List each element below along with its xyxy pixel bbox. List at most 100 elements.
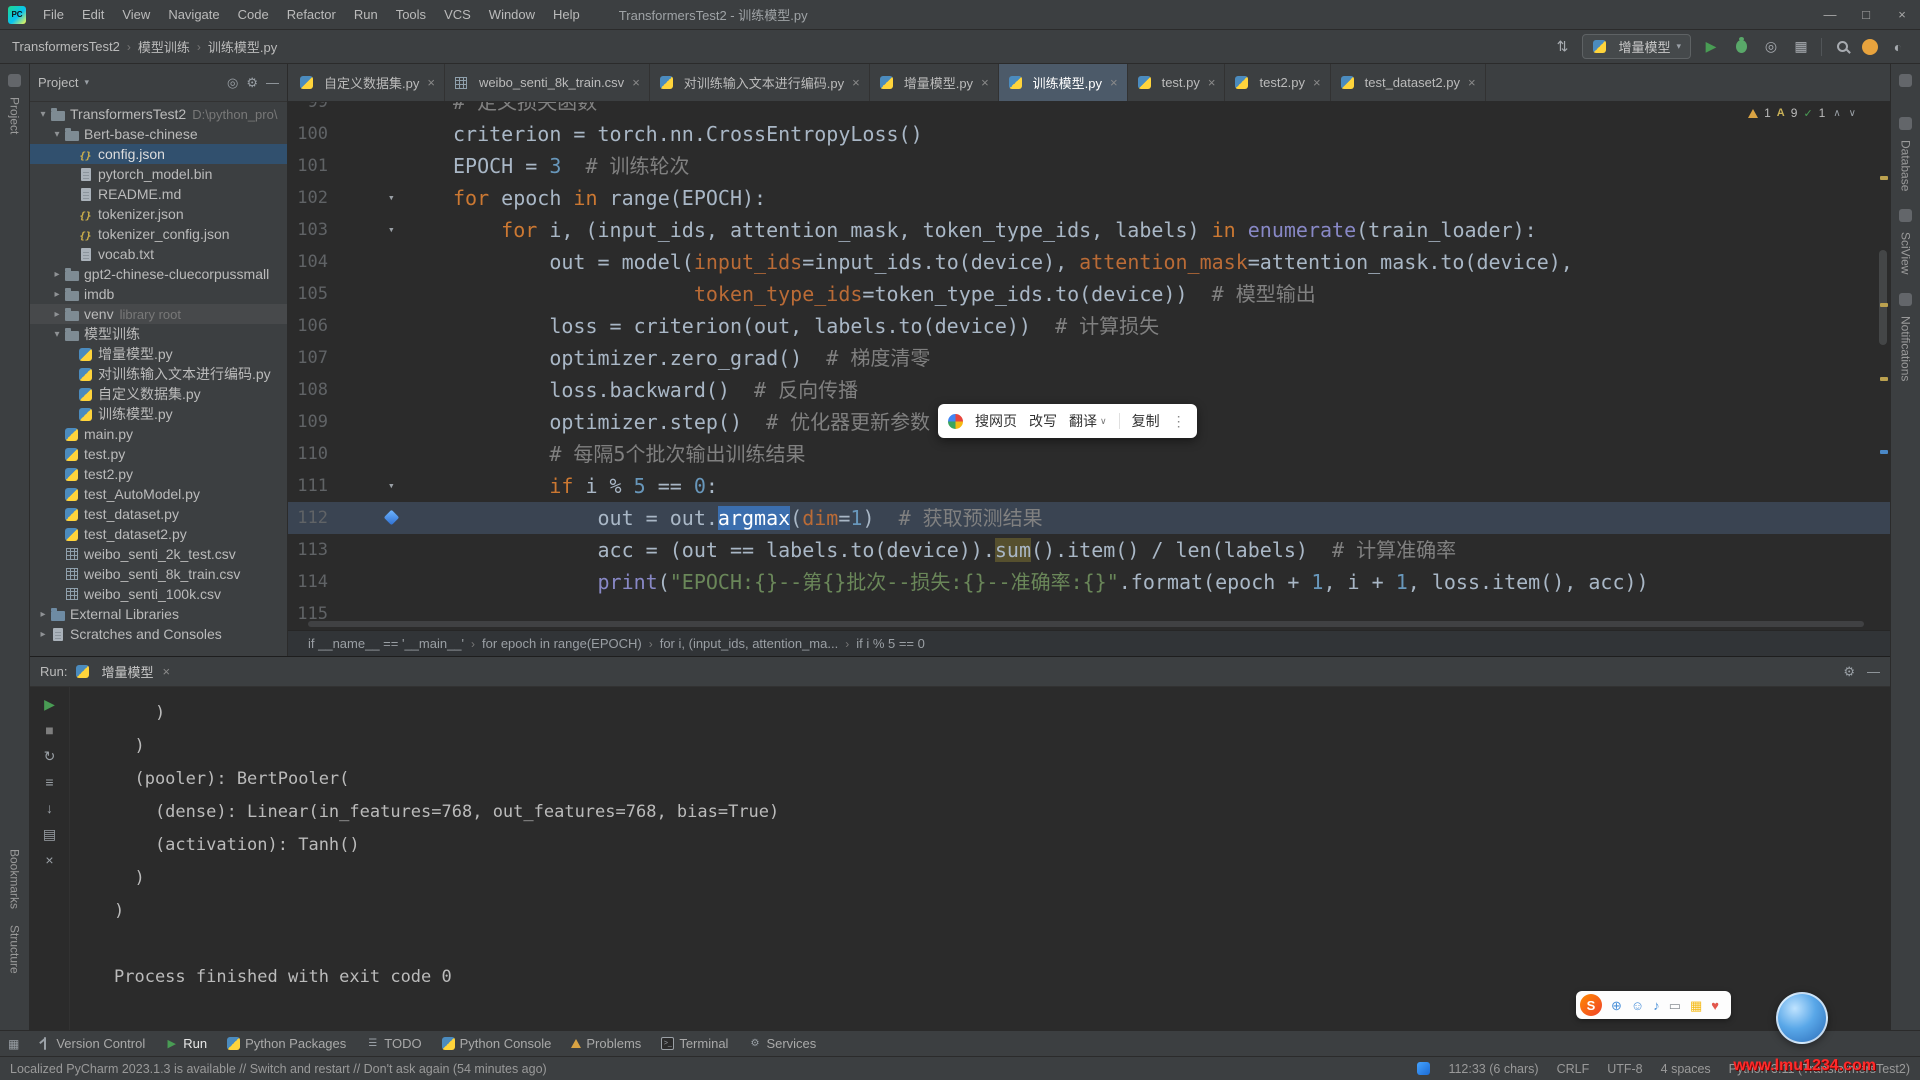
scrollbar-thumb[interactable] bbox=[1879, 250, 1887, 345]
menu-file[interactable]: File bbox=[34, 0, 73, 29]
tree-item[interactable]: pytorch_model.bin bbox=[30, 164, 287, 184]
menu-code[interactable]: Code bbox=[229, 0, 278, 29]
restart-button[interactable]: ↻ bbox=[44, 749, 56, 763]
tree-item[interactable]: vocab.txt bbox=[30, 244, 287, 264]
code-line[interactable]: 107 optimizer.zero_grad() # 梯度清零 bbox=[288, 342, 1890, 374]
inspections-widget[interactable]: 1 A 9 ✓ 1 ∧ ∨ bbox=[1748, 106, 1856, 120]
horizontal-scrollbar[interactable] bbox=[308, 621, 1864, 627]
tree-item[interactable]: ▾Bert-base-chinese bbox=[30, 124, 287, 144]
menu-window[interactable]: Window bbox=[480, 0, 544, 29]
print-button[interactable]: ▤ bbox=[43, 827, 56, 841]
menu-edit[interactable]: Edit bbox=[73, 0, 113, 29]
close-tab-icon[interactable]: × bbox=[981, 75, 989, 90]
breadcrumb-item[interactable]: TransformersTest2 bbox=[12, 39, 120, 54]
run-tab[interactable]: 增量模型 × bbox=[75, 662, 170, 681]
close-tab-icon[interactable]: × bbox=[427, 75, 435, 90]
tree-item[interactable]: test_AutoModel.py bbox=[30, 484, 287, 504]
close-tab-icon[interactable]: × bbox=[852, 75, 860, 90]
menu-run[interactable]: Run bbox=[345, 0, 387, 29]
editor-tab[interactable]: weibo_senti_8k_train.csv× bbox=[445, 64, 650, 101]
toolwindow-terminal[interactable]: Terminal bbox=[652, 1031, 737, 1056]
tree-item[interactable]: ▾TransformersTest2D:\python_pro\ bbox=[30, 104, 287, 124]
coverage-button[interactable]: ◎ bbox=[1761, 37, 1781, 57]
stop-button[interactable]: ■ bbox=[45, 723, 53, 737]
locate-file-icon[interactable]: ◎ bbox=[227, 75, 238, 91]
menu-view[interactable]: View bbox=[113, 0, 159, 29]
settings-gear-icon[interactable]: ⚙ bbox=[246, 75, 258, 91]
info-stripe-mark[interactable] bbox=[1880, 450, 1888, 454]
editor-tab[interactable]: test_dataset2.py× bbox=[1331, 64, 1486, 101]
tree-item[interactable]: tokenizer.json bbox=[30, 204, 287, 224]
chevron-icon[interactable]: ▾ bbox=[50, 129, 64, 140]
hide-panel-icon[interactable]: — bbox=[266, 75, 279, 91]
close-tab-icon[interactable]: × bbox=[1110, 75, 1118, 90]
database-icon[interactable] bbox=[1899, 117, 1912, 130]
fold-icon[interactable]: ▾ bbox=[388, 214, 395, 246]
warning-stripe-mark[interactable] bbox=[1880, 377, 1888, 381]
code-line[interactable]: 114 print("EPOCH:{}--第{}批次--损失:{}--准确率:{… bbox=[288, 566, 1890, 598]
toolwindow-version-control[interactable]: Version Control bbox=[29, 1031, 154, 1056]
popup-action[interactable]: 改写 bbox=[1029, 411, 1057, 431]
chevron-icon[interactable]: ▾ bbox=[50, 329, 64, 340]
chevron-icon[interactable]: ▸ bbox=[50, 289, 64, 300]
encoding[interactable]: UTF-8 bbox=[1607, 1062, 1642, 1076]
toolwindow-button-structure[interactable]: Structure bbox=[8, 925, 22, 974]
keyboard-icon[interactable]: ▭ bbox=[1669, 999, 1681, 1012]
rerun-button[interactable]: ▶ bbox=[44, 697, 55, 711]
tree-item[interactable]: ▾模型训练 bbox=[30, 324, 287, 344]
toolwindow-button-sciview[interactable]: SciView bbox=[1899, 232, 1913, 274]
fold-icon[interactable]: ▾ bbox=[388, 182, 395, 214]
tree-item[interactable]: ▸Scratches and Consoles bbox=[30, 624, 287, 644]
fold-icon[interactable]: ▾ bbox=[388, 470, 395, 502]
avatar[interactable] bbox=[1862, 39, 1878, 55]
caret-position[interactable]: 112:33 (6 chars) bbox=[1448, 1062, 1538, 1076]
breadcrumb-item[interactable]: 训练模型.py bbox=[208, 37, 277, 56]
breadcrumb-item[interactable]: 模型训练 bbox=[138, 37, 190, 56]
toolwindow-button-project[interactable]: Project bbox=[8, 97, 22, 134]
status-message[interactable]: Localized PyCharm 2023.1.3 is available … bbox=[10, 1062, 547, 1076]
tree-item[interactable]: main.py bbox=[30, 424, 287, 444]
chevron-icon[interactable]: ▾ bbox=[36, 109, 50, 120]
tree-item[interactable]: tokenizer_config.json bbox=[30, 224, 287, 244]
code-line[interactable]: 101EPOCH = 3 # 训练轮次 bbox=[288, 150, 1890, 182]
code-line[interactable]: 105 token_type_ids=token_type_ids.to(dev… bbox=[288, 278, 1890, 310]
tree-item[interactable]: 自定义数据集.py bbox=[30, 384, 287, 404]
warning-stripe-mark[interactable] bbox=[1880, 176, 1888, 180]
tree-item[interactable]: 训练模型.py bbox=[30, 404, 287, 424]
minimize-panel-icon[interactable]: — bbox=[1867, 664, 1880, 680]
sciview-icon[interactable] bbox=[1899, 209, 1912, 222]
floating-ball[interactable] bbox=[1776, 992, 1828, 1044]
editor-breadcrumb[interactable]: for epoch in range(EPOCH) bbox=[482, 636, 642, 651]
chevron-icon[interactable]: ▸ bbox=[36, 609, 50, 620]
next-problem-icon[interactable]: ∨ bbox=[1849, 108, 1856, 119]
tree-item[interactable]: README.md bbox=[30, 184, 287, 204]
puzzle-icon[interactable]: ▦ bbox=[1690, 999, 1702, 1012]
clear-all-button[interactable]: × bbox=[45, 853, 53, 867]
editor-breadcrumb[interactable]: for i, (input_ids, attention_ma... bbox=[660, 636, 838, 651]
popup-action[interactable]: 翻译∨ bbox=[1069, 411, 1107, 431]
heart-icon[interactable]: ♥ bbox=[1711, 999, 1719, 1012]
tree-item[interactable]: config.json bbox=[30, 144, 287, 164]
minimize-button[interactable]: — bbox=[1812, 0, 1848, 29]
tree-item[interactable]: ▸venvlibrary root bbox=[30, 304, 287, 324]
chevron-icon[interactable]: ▸ bbox=[50, 309, 64, 320]
popup-action[interactable]: 搜网页 bbox=[975, 411, 1017, 431]
toolwindow-todo[interactable]: ☰TODO bbox=[357, 1031, 430, 1056]
scroll-to-end-button[interactable]: ↓ bbox=[46, 801, 53, 815]
toolwindow-switcher-icon[interactable]: ▦ bbox=[8, 1037, 19, 1051]
editor-tab[interactable]: test.py× bbox=[1128, 64, 1226, 101]
tree-item[interactable]: weibo_senti_2k_test.csv bbox=[30, 544, 287, 564]
close-tab-icon[interactable]: × bbox=[1313, 75, 1321, 90]
code-line[interactable]: 108 loss.backward() # 反向传播 bbox=[288, 374, 1890, 406]
menu-help[interactable]: Help bbox=[544, 0, 589, 29]
code-line[interactable]: 111▾ if i % 5 == 0: bbox=[288, 470, 1890, 502]
more-icon[interactable]: ⋮ bbox=[1172, 413, 1187, 430]
sogou-logo-icon[interactable]: S bbox=[1580, 994, 1602, 1016]
toolwindow-problems[interactable]: Problems bbox=[562, 1031, 650, 1056]
code-line[interactable]: 103▾ for i, (input_ids, attention_mask, … bbox=[288, 214, 1890, 246]
close-button[interactable]: × bbox=[1884, 0, 1920, 29]
code-line[interactable]: 102▾for epoch in range(EPOCH): bbox=[288, 182, 1890, 214]
mic-icon[interactable]: ♪ bbox=[1653, 999, 1660, 1012]
tree-item[interactable]: 增量模型.py bbox=[30, 344, 287, 364]
tree-item[interactable]: weibo_senti_8k_train.csv bbox=[30, 564, 287, 584]
